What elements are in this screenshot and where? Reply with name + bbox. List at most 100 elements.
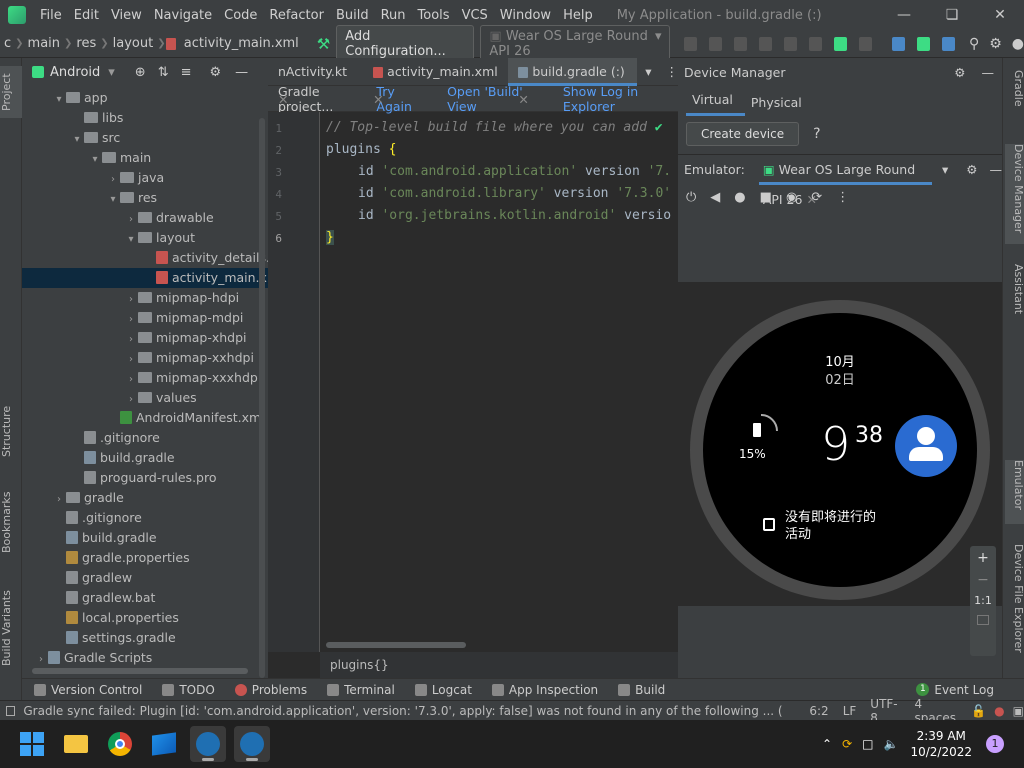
power-icon[interactable]: ⏻ [686,190,696,205]
status-message[interactable]: Gradle sync failed: Plugin [id: 'com.and… [23,704,783,718]
vertical-scrollbar[interactable] [259,118,265,678]
show-log-link[interactable]: Show Log in Explorer [563,84,678,114]
tree-item[interactable]: › Gradle Scripts [22,648,268,668]
tree-item[interactable]: activity_main.xml [22,268,283,288]
android-studio-button-2[interactable] [234,726,270,762]
tool-todo[interactable]: TODO [162,683,215,697]
tool-event-log[interactable]: 1 Event Log [916,683,994,697]
zoom-in-button[interactable]: + [970,550,996,566]
rerun-icon[interactable] [709,36,723,51]
error-icon[interactable]: ● [994,704,1004,718]
tree-item[interactable]: AndroidManifest.xml [22,408,268,428]
tab-physical[interactable]: Physical [745,95,814,116]
debug-icon[interactable] [759,36,773,51]
hide-icon[interactable]: — [235,65,248,80]
search-icon[interactable]: ⚲ [969,36,979,52]
restore-icon[interactable]: ❏ [928,0,976,30]
tree-item[interactable]: › drawable [22,208,268,228]
emulator-screen[interactable]: 10月 02日 15% 9 38 没有即将进行的 活动 [678,282,1002,606]
tree-item[interactable]: › values [22,388,268,408]
attach-debugger-icon[interactable] [809,36,823,51]
tree-item[interactable]: ▾ main [22,148,268,168]
menu-run[interactable]: Run [375,8,412,23]
chevron-down-icon[interactable]: ▾ [108,65,115,80]
apply-changes-icon[interactable] [734,36,748,51]
tree-item[interactable]: gradlew.bat [22,588,268,608]
close-icon[interactable]: ✕ [976,0,1024,30]
menu-vcs[interactable]: VCS [456,8,494,23]
locate-icon[interactable]: ⊕ [135,65,146,80]
project-view-label[interactable]: Android [50,65,100,80]
menu-help[interactable]: Help [557,8,599,23]
tree-item[interactable]: ▾ src [22,128,268,148]
chevron-right-icon[interactable]: › [52,490,66,510]
close-icon[interactable]: ✕ [518,92,528,107]
tab-main-activity[interactable]: nActivity.kt ✕ [268,58,363,107]
screenshot-icon[interactable]: ◉ [786,190,797,205]
tab-device-file-explorer[interactable]: Device File Explorer [1005,544,1024,674]
android-debug-icon[interactable] [834,36,848,51]
tab-assistant[interactable]: Assistant [1005,264,1024,328]
chevron-down-icon[interactable]: ▾ [124,230,138,250]
menu-window[interactable]: Window [494,8,557,23]
tool-app-inspection[interactable]: App Inspection [491,683,598,697]
more-icon[interactable]: ⋮ [666,64,679,79]
menu-file[interactable]: File [34,8,68,23]
lock-icon[interactable]: 🔓 [971,704,986,718]
tree-item[interactable]: ▾ layout [22,228,268,248]
editor-breadcrumb[interactable]: plugins{} [320,652,678,678]
snapshot-icon[interactable]: ⟳ [811,190,822,205]
tree-item[interactable]: libs [22,108,268,128]
hammer-icon[interactable]: ⚒ [317,35,330,53]
panel-toggle-icon[interactable] [6,705,16,716]
breadcrumb-main[interactable]: main [24,36,64,51]
emulator-device-tab[interactable]: ▣ Wear OS Large Round API 26 ✕ [758,155,932,207]
sync-gradle-icon[interactable] [892,36,906,51]
zoom-out-button[interactable]: − [970,572,996,588]
display-icon[interactable]: □ [862,737,873,751]
chevron-down-icon[interactable]: ▾ [88,150,102,170]
tree-item[interactable]: proguard-rules.pro [22,468,268,488]
sync-icon[interactable]: ⟳ [842,737,852,751]
breadcrumb-layout[interactable]: layout [109,36,158,51]
tab-activity-main-xml[interactable]: activity_main.xml ✕ [363,58,508,107]
chevron-up-icon[interactable]: ⌃ [822,737,832,751]
cursor-position[interactable]: 6:2 [809,704,828,718]
breadcrumb-activity-main[interactable]: activity_main.xml [180,36,303,51]
clock[interactable]: 2:39 AM 10/2/2022 [910,728,972,760]
back-icon[interactable]: ◀ [710,190,720,205]
contact-complication[interactable] [895,415,957,477]
store-button[interactable] [146,726,182,762]
chevron-right-icon[interactable]: › [124,370,138,390]
tree-item[interactable]: › mipmap-xxxhdpi [22,368,268,388]
notification-badge[interactable]: 1 [986,735,1004,753]
line-separator[interactable]: LF [843,704,857,718]
tab-emulator[interactable]: Emulator [1005,460,1024,524]
chevron-down-icon[interactable]: ▾ [70,130,84,150]
fit-screen-icon[interactable] [977,615,989,625]
gear-icon[interactable]: ⚙ [210,65,222,80]
tab-device-manager[interactable]: Device Manager [1005,144,1024,244]
tab-project[interactable]: Project [0,66,22,118]
collapse-all-icon[interactable]: ≡ [181,65,192,80]
more-icon[interactable]: ⋮ [836,190,849,205]
tool-version-control[interactable]: Version Control [34,683,142,697]
hide-icon[interactable]: — [982,65,995,80]
run-icon[interactable] [684,36,698,51]
tree-item[interactable]: local.properties [22,608,268,628]
tree-item[interactable]: .gitignore [22,428,268,448]
android-studio-button[interactable] [190,726,226,762]
device-manager-icon[interactable] [917,36,931,51]
home-icon[interactable]: ● [734,190,745,205]
try-again-link[interactable]: Try Again [376,84,427,114]
tab-gradle[interactable]: Gradle [1005,70,1024,124]
tree-item[interactable]: › mipmap-xxhdpi [22,348,268,368]
tool-build[interactable]: Build [618,683,665,697]
memory-icon[interactable]: ▣ [1013,704,1024,718]
tree-item[interactable]: ▾ app [22,88,268,108]
menu-edit[interactable]: Edit [68,8,105,23]
tree-item[interactable]: ▾ res [22,188,268,208]
chevron-down-icon[interactable]: ▾ [52,90,66,110]
tool-logcat[interactable]: Logcat [414,683,472,697]
breadcrumb-c[interactable]: c [0,36,15,51]
